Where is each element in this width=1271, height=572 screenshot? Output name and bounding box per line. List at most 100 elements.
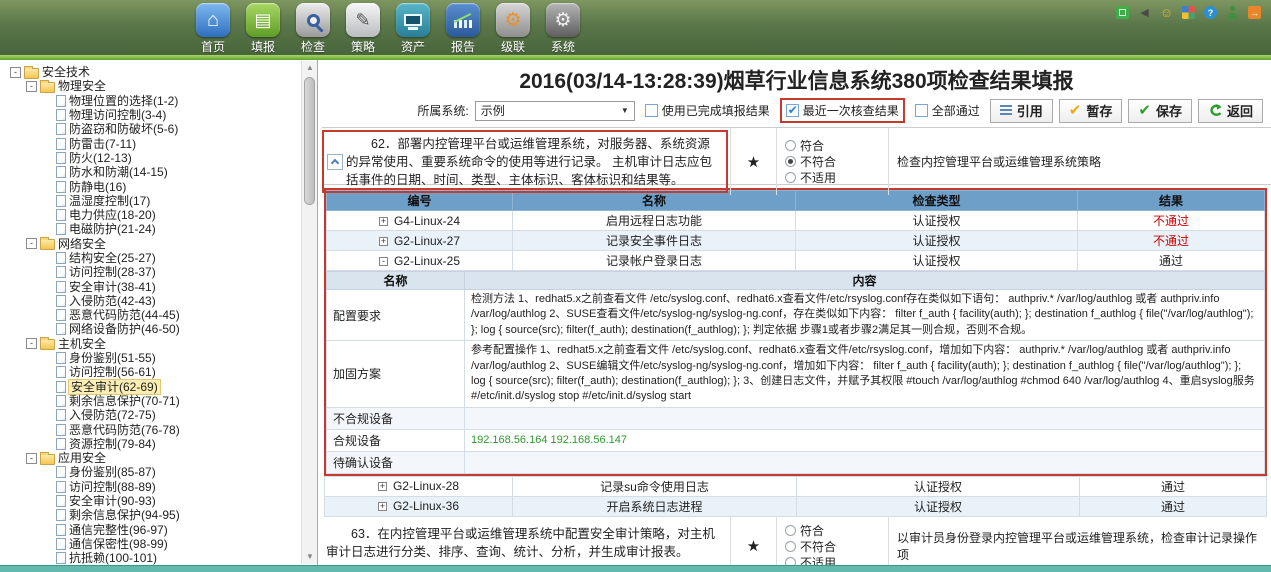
tree-item-label: 通信保密性(98-99): [69, 537, 168, 551]
sidebar: - 安全技术 - 物理安全 物理位置的选择(1-2): [0, 60, 318, 565]
tree-item[interactable]: 电磁防护(21-24): [4, 222, 299, 236]
row-expand-toggle[interactable]: +: [378, 502, 387, 511]
tree-item[interactable]: 通信保密性(98-99): [4, 537, 299, 551]
radio-option-nonconform[interactable]: 不符合: [785, 154, 888, 169]
check-id-cell: +G2-Linux-27: [327, 231, 513, 251]
tree-node-icon: [56, 538, 66, 550]
toolbar-item-assets[interactable]: 资产: [392, 3, 434, 55]
toolbar-item-system[interactable]: ⚙ 系统: [542, 3, 584, 55]
tree-item[interactable]: 防雷击(7-11): [4, 136, 299, 150]
apps-grid-icon[interactable]: [1182, 6, 1195, 19]
tree-item[interactable]: 剩余信息保护(70-71): [4, 394, 299, 408]
tree-item[interactable]: 入侵防范(72-75): [4, 408, 299, 422]
tree-item[interactable]: 抗抵赖(100-101): [4, 551, 299, 565]
tree-item-label: 恶意代码防范(76-78): [69, 423, 180, 437]
tree-item[interactable]: 物理位置的选择(1-2): [4, 94, 299, 108]
tree-item[interactable]: - 安全技术: [4, 65, 299, 79]
tree-item[interactable]: 电力供应(18-20): [4, 208, 299, 222]
system-select[interactable]: 示例 ▼: [475, 101, 635, 121]
tree-item[interactable]: 恶意代码防范(44-45): [4, 308, 299, 322]
scroll-down-arrow-icon[interactable]: ▼: [303, 550, 317, 564]
check-result-cell: 通过: [1080, 476, 1267, 496]
volume-icon[interactable]: ◀: [1138, 6, 1151, 19]
tree-item[interactable]: 网络设备防护(46-50): [4, 322, 299, 336]
checkbox-latest-verification-result[interactable]: 最近一次核查结果: [780, 98, 905, 123]
temp-save-button[interactable]: ✔ 暂存: [1059, 99, 1123, 123]
radio-button[interactable]: [785, 525, 796, 536]
tree-item[interactable]: 安全审计(90-93): [4, 494, 299, 508]
tree-item[interactable]: - 应用安全: [4, 451, 299, 465]
tree-item[interactable]: 物理访问控制(3-4): [4, 108, 299, 122]
tree-item[interactable]: 安全审计(62-69): [4, 380, 299, 394]
tree-item[interactable]: 防水和防潮(14-15): [4, 165, 299, 179]
tree-item[interactable]: 恶意代码防范(76-78): [4, 422, 299, 436]
tree-item[interactable]: - 网络安全: [4, 237, 299, 251]
checkbox-all-pass[interactable]: 全部通过: [915, 102, 980, 119]
tree-item-label: 防雷击(7-11): [69, 137, 136, 151]
row-expand-toggle[interactable]: -: [379, 257, 388, 266]
tree-expand-toggle[interactable]: -: [26, 338, 37, 349]
tree-item-label: 物理位置的选择(1-2): [69, 94, 178, 108]
toolbar-item-fill-report[interactable]: ▤ 填报: [242, 3, 284, 55]
save-button[interactable]: ✔ 保存: [1128, 99, 1192, 123]
logout-icon[interactable]: →: [1248, 6, 1261, 19]
toolbar-item-home[interactable]: ⌂ 首页: [192, 3, 234, 55]
tree-item[interactable]: - 主机安全: [4, 337, 299, 351]
collapse-button[interactable]: [327, 154, 343, 170]
tree-item[interactable]: 通信完整性(96-97): [4, 523, 299, 537]
sidebar-scrollbar[interactable]: ▲ ▼: [301, 61, 317, 564]
toolbar-item-cascade[interactable]: ⚙ 级联: [492, 3, 534, 55]
row-expand-toggle[interactable]: +: [378, 482, 387, 491]
tree-item[interactable]: 防静电(16): [4, 179, 299, 193]
checkbox-use-completed-results[interactable]: 使用已完成填报结果: [645, 102, 770, 119]
tree-item[interactable]: 防盗窃和防破坏(5-6): [4, 122, 299, 136]
tree-item[interactable]: 入侵防范(42-43): [4, 294, 299, 308]
tree-item[interactable]: 身份鉴别(85-87): [4, 465, 299, 479]
toolbar-item-reports[interactable]: 报告: [442, 3, 484, 55]
tree-item[interactable]: 剩余信息保护(94-95): [4, 508, 299, 522]
tree-item[interactable]: - 物理安全: [4, 79, 299, 93]
tree-item[interactable]: 访问控制(88-89): [4, 480, 299, 494]
tree-item[interactable]: 资源控制(79-84): [4, 437, 299, 451]
tree-item[interactable]: 访问控制(56-61): [4, 365, 299, 379]
radio-option-conform[interactable]: 符合: [785, 138, 888, 153]
scroll-up-arrow-icon[interactable]: ▲: [303, 61, 317, 75]
tree-item-label: 资源控制(79-84): [69, 437, 156, 451]
tree-item[interactable]: 温湿度控制(17): [4, 194, 299, 208]
tree-item[interactable]: 访问控制(28-37): [4, 265, 299, 279]
radio-button[interactable]: [785, 140, 796, 151]
screen-share-icon[interactable]: [1116, 6, 1129, 19]
tree-item[interactable]: 防火(12-13): [4, 151, 299, 165]
radio-option-nonconform[interactable]: 不符合: [785, 539, 888, 554]
tree-item[interactable]: 安全审计(38-41): [4, 279, 299, 293]
checkbox-box[interactable]: [645, 104, 658, 117]
tree-expand-toggle[interactable]: -: [26, 238, 37, 249]
chat-icon[interactable]: ☺: [1160, 6, 1173, 19]
radio-button[interactable]: [785, 172, 796, 183]
back-button[interactable]: 返回: [1198, 99, 1263, 123]
toolbar-item-inspect[interactable]: 检查: [292, 3, 334, 55]
cite-button[interactable]: 引用: [990, 99, 1053, 123]
row-expand-toggle[interactable]: +: [379, 217, 388, 226]
radio-button-selected[interactable]: [785, 156, 796, 167]
check-name-cell: 启用远程日志功能: [513, 211, 796, 231]
radio-option-na[interactable]: 不适用: [785, 170, 888, 185]
scrollbar-thumb[interactable]: [304, 77, 315, 205]
checkbox-box-checked[interactable]: [786, 104, 799, 117]
tree-expand-toggle[interactable]: -: [26, 453, 37, 464]
tree-expand-toggle[interactable]: -: [10, 67, 21, 78]
user-icon[interactable]: [1226, 6, 1239, 19]
radio-button[interactable]: [785, 557, 796, 565]
detail-row: 加固方案 参考配置操作 1、redhat5.x之前查看文件 /etc/syslo…: [327, 341, 1265, 408]
radio-option-conform[interactable]: 符合: [785, 523, 888, 538]
help-icon[interactable]: ?: [1204, 6, 1217, 19]
checkbox-box[interactable]: [915, 104, 928, 117]
tree-item[interactable]: 身份鉴别(51-55): [4, 351, 299, 365]
tree-expand-toggle[interactable]: -: [26, 81, 37, 92]
tree-item[interactable]: 结构安全(25-27): [4, 251, 299, 265]
radio-option-na[interactable]: 不适用: [785, 555, 888, 565]
toolbar-item-policy[interactable]: ✎ 策略: [342, 3, 384, 55]
row-expand-toggle[interactable]: +: [379, 237, 388, 246]
radio-label: 不符合: [800, 153, 836, 170]
radio-button[interactable]: [785, 541, 796, 552]
